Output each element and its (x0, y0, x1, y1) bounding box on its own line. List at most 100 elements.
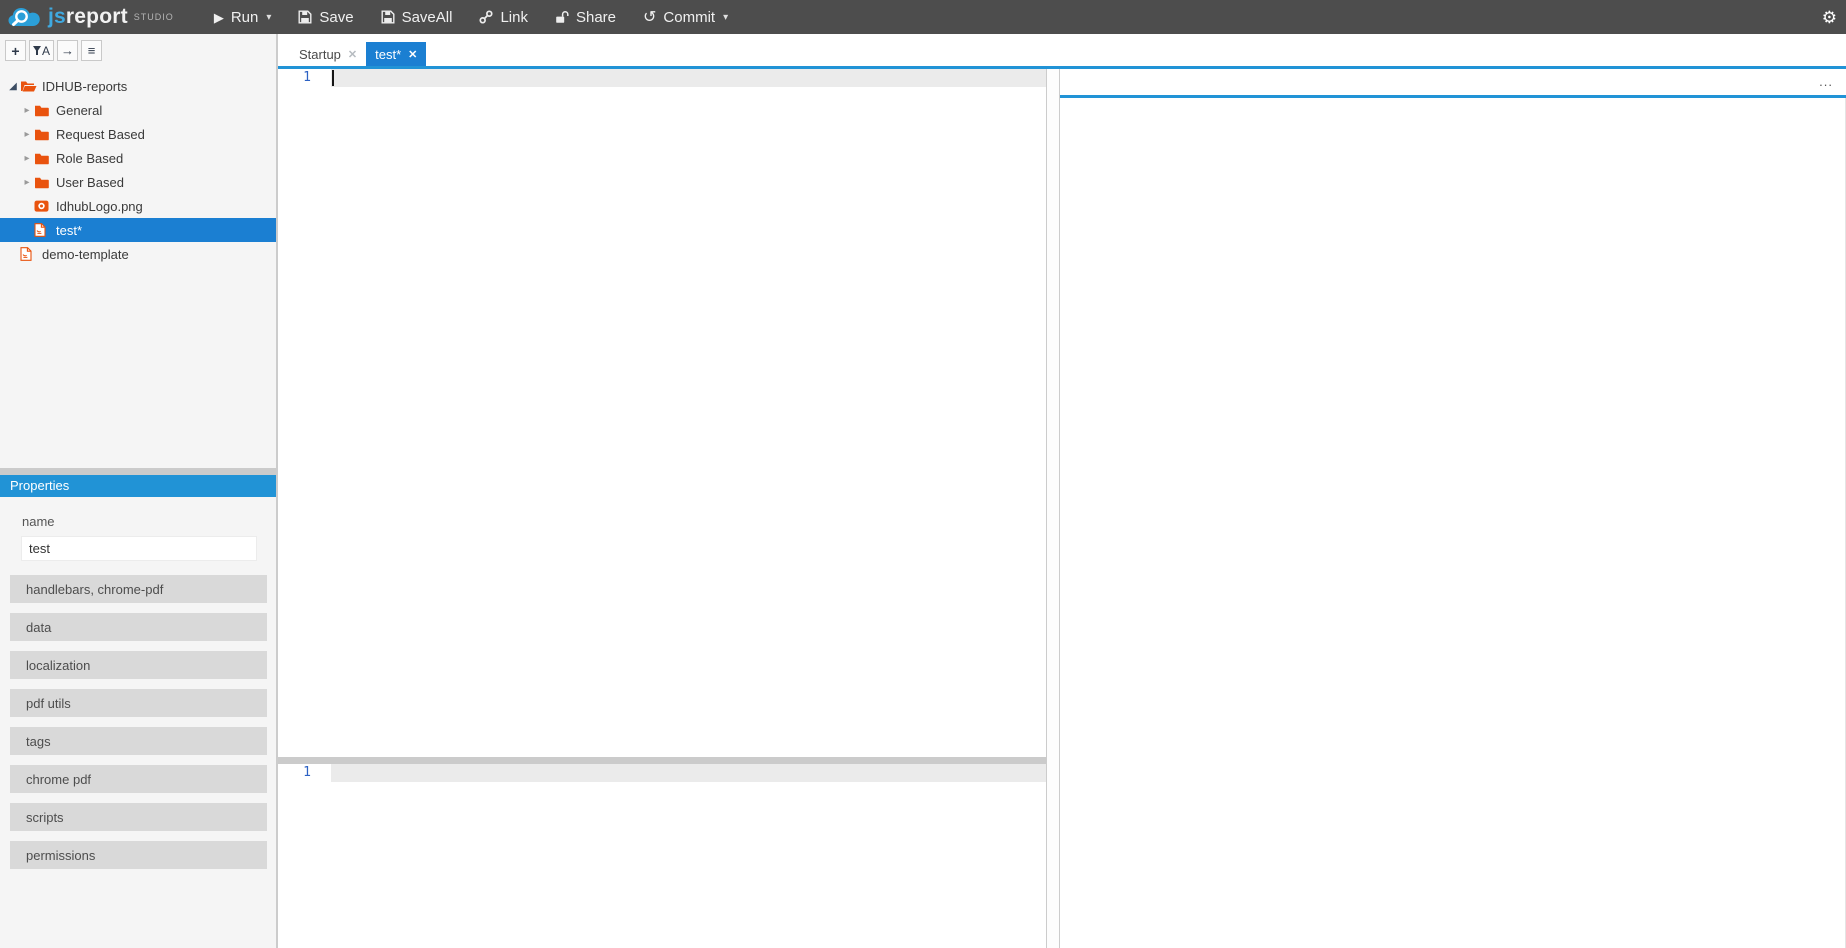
section-label: localization (26, 657, 91, 673)
tree-item-role-based[interactable]: ▸ Role Based (0, 146, 276, 170)
caret-collapsed-icon[interactable]: ▸ (20, 177, 34, 188)
secondary-code-editor[interactable]: 1 (278, 764, 1046, 948)
tree-item-label: IdhubLogo.png (56, 198, 143, 214)
save-label: Save (319, 8, 354, 26)
text-cursor (332, 70, 334, 86)
menu-button[interactable]: ≡ (81, 40, 103, 61)
section-label: pdf utils (26, 695, 71, 711)
properties-section-permissions[interactable]: permissions (10, 841, 267, 869)
commit-label: Commit (663, 8, 716, 26)
filter-name-icon: A (33, 44, 50, 58)
tree-item-label: User Based (56, 174, 124, 190)
code-area[interactable] (331, 69, 1046, 757)
brand-subtitle: STUDIO (133, 12, 174, 22)
section-label: handlebars, chrome-pdf (26, 581, 164, 597)
properties-section-tags[interactable]: tags (10, 727, 267, 755)
tab-label: test* (375, 46, 402, 62)
tree-item-label: Role Based (56, 150, 124, 166)
properties-section-chrome-pdf[interactable]: chrome pdf (10, 765, 267, 793)
collapse-button[interactable]: → (57, 40, 79, 61)
jsreport-cloud-magnifier-icon (8, 8, 40, 26)
close-tab-icon[interactable]: ✕ (348, 48, 357, 61)
editor-region: Startup ✕ test* ✕ 1 1 ... (278, 34, 1846, 948)
tree-item-general[interactable]: ▸ General (0, 98, 276, 122)
unlock-icon (555, 10, 569, 24)
properties-section-pdf-utils[interactable]: pdf utils (10, 689, 267, 717)
tree-item-test[interactable]: test* (0, 218, 276, 242)
properties-section-handlebars-chrome-pdf[interactable]: handlebars, chrome-pdf (10, 575, 267, 603)
tab-label: Startup (299, 46, 341, 62)
run-label: Run (230, 8, 259, 26)
name-input[interactable] (21, 536, 257, 561)
tree-item-idhub-reports[interactable]: ◢ IDHUB-reports (0, 74, 276, 98)
caret-collapsed-icon[interactable]: ▸ (20, 153, 34, 164)
name-label: name (22, 514, 55, 529)
editor-horizontal-splitter[interactable] (278, 757, 1046, 764)
properties-splitter[interactable] (0, 468, 276, 475)
floppy-icon (381, 10, 395, 24)
sidebar: + A → ≡ ◢ IDHUB-reports ▸ General ▸ Request Base… (0, 34, 278, 948)
tab-test[interactable]: test* ✕ (366, 42, 427, 66)
link-button[interactable]: Link (479, 9, 528, 26)
hamburger-icon: ≡ (87, 43, 96, 58)
tree-item-user-based[interactable]: ▸ User Based (0, 170, 276, 194)
section-label: data (26, 619, 52, 635)
tree-item-idhublogo-png[interactable]: IdhubLogo.png (0, 194, 276, 218)
jsreport-logo: jsreport STUDIO (0, 4, 174, 30)
image-icon (34, 199, 54, 213)
saveall-label: SaveAll (401, 8, 453, 26)
properties-sections: handlebars, chrome-pdf data localization pd… (0, 575, 276, 869)
line-number: 1 (303, 765, 311, 780)
folder-icon (34, 176, 54, 189)
section-label: chrome pdf (26, 771, 92, 787)
entity-tree-pane: + A → ≡ ◢ IDHUB-reports ▸ General ▸ Request Base… (0, 34, 276, 468)
tree-item-demo-template[interactable]: demo-template (0, 242, 276, 266)
tree-item-label: demo-template (42, 246, 129, 262)
preview-vertical-splitter[interactable] (1046, 69, 1060, 948)
properties-section-data[interactable]: data (10, 613, 267, 641)
save-button[interactable]: Save (298, 8, 354, 26)
file-icon (20, 247, 40, 261)
plus-icon: + (11, 42, 20, 59)
section-label: permissions (26, 847, 96, 863)
close-tab-icon[interactable]: ✕ (408, 48, 417, 61)
tree-item-request-based[interactable]: ▸ Request Based (0, 122, 276, 146)
gear-icon[interactable]: ⚙ (1822, 9, 1837, 26)
play-icon: ▶ (213, 9, 224, 25)
entity-tree: ◢ IDHUB-reports ▸ General ▸ Request Based ▸ Rol… (0, 74, 276, 266)
caret-collapsed-icon[interactable]: ▸ (20, 129, 34, 140)
saveall-button[interactable]: SaveAll (381, 8, 453, 26)
preview-pane: ... (1060, 69, 1846, 948)
top-toolbar: jsreport STUDIO ▶ Run ▾ Save SaveAll Link Shar… (0, 0, 1846, 34)
tab-startup[interactable]: Startup ✕ (290, 42, 366, 66)
code-area[interactable] (331, 764, 1046, 948)
tree-item-label: test* (56, 222, 83, 238)
run-button[interactable]: ▶ Run ▾ (214, 9, 272, 26)
folder-open-icon (20, 79, 40, 93)
caret-collapsed-icon[interactable]: ▸ (20, 105, 34, 116)
tree-item-label: Request Based (56, 126, 145, 142)
commit-button[interactable]: ↺ Commit ▾ (643, 9, 728, 26)
filter-button[interactable]: A (29, 40, 55, 61)
entity-tree-toolbar: + A → ≡ (0, 34, 276, 65)
properties-body: name handlebars, chrome-pdf data localizat… (0, 497, 276, 879)
caret-down-icon: ▾ (266, 11, 272, 23)
undo-icon: ↺ (643, 8, 657, 26)
preview-toolbar: ... (1060, 69, 1846, 98)
new-entity-button[interactable]: + (5, 40, 26, 61)
section-label: tags (26, 733, 51, 749)
preview-menu-button[interactable]: ... (1819, 75, 1833, 88)
top-nav: ▶ Run ▾ Save SaveAll Link Share ↺ Commit ▾ (214, 9, 755, 26)
main-content: + A → ≡ ◢ IDHUB-reports ▸ General ▸ Request Base… (0, 34, 1846, 948)
properties-section-scripts[interactable]: scripts (10, 803, 267, 831)
line-number-gutter: 1 (278, 764, 331, 948)
tree-item-label: General (56, 102, 103, 118)
line-number-gutter: 1 (278, 69, 331, 757)
properties-section-localization[interactable]: localization (10, 651, 267, 679)
share-button[interactable]: Share (555, 9, 616, 26)
template-code-editor[interactable]: 1 (278, 69, 1046, 757)
caret-expanded-icon[interactable]: ◢ (6, 81, 20, 92)
share-label: Share (575, 8, 616, 26)
caret-down-icon: ▾ (723, 11, 729, 23)
preview-body (1060, 98, 1846, 948)
